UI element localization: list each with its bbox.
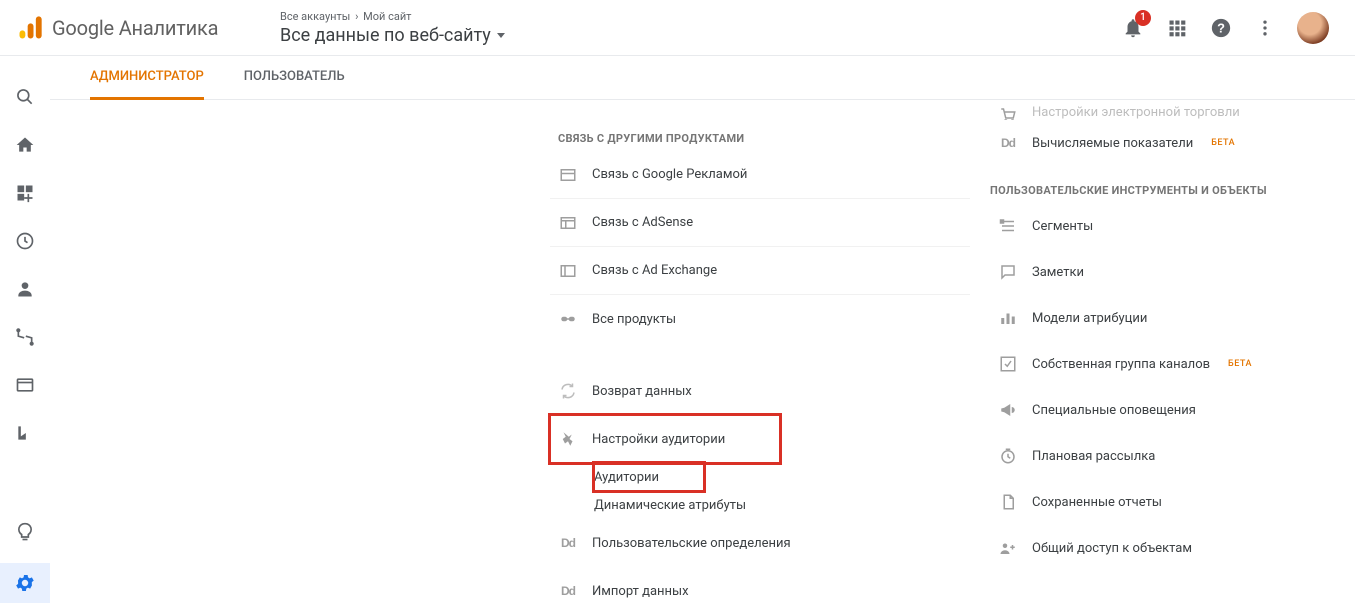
- menu-label: Вычисляемые показатели: [1032, 136, 1193, 151]
- section-heading-tools: ПОЛЬЗОВАТЕЛЬСКИЕ ИНСТРУМЕНТЫ И ОБЪЕКТЫ: [990, 166, 1355, 203]
- menu-item-saved-reports[interactable]: Сохраненные отчеты: [990, 479, 1355, 525]
- property-column: СВЯЗЬ С ДРУГИМИ ПРОДУКТАМИ Связь с Googl…: [550, 100, 970, 611]
- menu-label: Сохраненные отчеты: [1032, 495, 1162, 510]
- admin-gear-icon[interactable]: [14, 572, 36, 594]
- realtime-icon[interactable]: [14, 230, 36, 252]
- menu-item-data-import[interactable]: Dd Импорт данных: [550, 567, 970, 615]
- refresh-icon: [558, 381, 578, 401]
- caret-down-icon: [497, 33, 505, 38]
- menu-item-all-products[interactable]: Все продукты: [550, 295, 970, 343]
- menu-item-custom-alerts[interactable]: Специальные оповещения: [990, 387, 1355, 433]
- topbar: Google Аналитика Все аккаунты › Мой сайт…: [0, 0, 1355, 56]
- annotation-icon: [998, 262, 1018, 282]
- chevron-right-icon: ›: [355, 10, 358, 23]
- share-icon: [998, 538, 1018, 558]
- more-button[interactable]: [1253, 16, 1277, 40]
- menu-item-annotations[interactable]: Заметки: [990, 249, 1355, 295]
- notification-badge: 1: [1135, 10, 1151, 26]
- section-heading-product-links: СВЯЗЬ С ДРУГИМИ ПРОДУКТАМИ: [550, 120, 970, 151]
- analytics-logo-icon: [16, 14, 44, 42]
- link-icon: [558, 309, 578, 329]
- menu-item-data-return[interactable]: Возврат данных: [550, 367, 970, 415]
- menu-label: Собственная группа каналов: [1032, 357, 1210, 372]
- dd-icon: Dd: [998, 133, 1018, 153]
- menu-item-scheduled-emails[interactable]: Плановая рассылка: [990, 433, 1355, 479]
- discover-icon[interactable]: [14, 521, 36, 543]
- menu-item-segments[interactable]: Сегменты: [990, 203, 1355, 249]
- bars-icon: [998, 308, 1018, 328]
- menu-label: Модели атрибуции: [1032, 311, 1147, 326]
- view-title[interactable]: Все данные по веб-сайту: [280, 25, 1121, 46]
- sub-item-audiences[interactable]: Аудитории: [594, 463, 704, 491]
- dd-icon: Dd: [558, 533, 578, 553]
- apps-button[interactable]: [1165, 16, 1189, 40]
- menu-label: Пользовательские определения: [592, 536, 791, 551]
- tab-user[interactable]: ПОЛЬЗОВАТЕЛЬ: [244, 56, 345, 100]
- megaphone-icon: [998, 400, 1018, 420]
- dd-icon: Dd: [558, 581, 578, 601]
- left-rail: [0, 56, 50, 611]
- menu-item-adexchange-link[interactable]: Связь с Ad Exchange: [550, 247, 970, 295]
- breadcrumb: Все аккаунты › Мой сайт: [280, 10, 1121, 23]
- menu-label: Связь с Ad Exchange: [592, 263, 717, 278]
- svg-text:?: ?: [1217, 20, 1225, 35]
- adsense-icon: [558, 213, 578, 233]
- menu-label: Общий доступ к объектам: [1032, 541, 1192, 556]
- behavior-icon[interactable]: [14, 374, 36, 396]
- beta-badge: БЕТА: [1228, 359, 1252, 369]
- menu-item-google-ads-link[interactable]: Связь с Google Рекламой: [550, 151, 970, 199]
- menu-label: Импорт данных: [592, 584, 689, 599]
- menu-label: Плановая рассылка: [1032, 449, 1155, 464]
- avatar[interactable]: [1297, 12, 1329, 44]
- menu-label: Возврат данных: [592, 384, 692, 399]
- view-title-text: Все данные по веб-сайту: [280, 25, 491, 46]
- clock-icon: [998, 446, 1018, 466]
- channel-icon: [998, 354, 1018, 374]
- audience-settings-icon: [558, 429, 578, 449]
- menu-item-calculated-metrics[interactable]: Dd Вычисляемые показатели БЕТА: [990, 120, 1355, 166]
- beta-badge: БЕТА: [1211, 138, 1235, 148]
- help-button[interactable]: ?: [1209, 16, 1233, 40]
- content: СВЯЗЬ С ДРУГИМИ ПРОДУКТАМИ Связь с Googl…: [50, 100, 1355, 611]
- product-name: Google Аналитика: [52, 16, 218, 40]
- menu-item-attribution-models[interactable]: Модели атрибуции: [990, 295, 1355, 341]
- ads-icon: [558, 165, 578, 185]
- menu-item-custom-definitions[interactable]: Dd Пользовательские определения: [550, 519, 970, 567]
- breadcrumb-prefix: Все аккаунты: [280, 10, 350, 23]
- view-column: Настройки электронной торговли Dd Вычисл…: [970, 100, 1355, 611]
- sub-item-dynamic-attributes[interactable]: Динамические атрибуты: [594, 491, 970, 519]
- menu-label: Специальные оповещения: [1032, 403, 1196, 418]
- topbar-right: 1 ?: [1121, 12, 1347, 44]
- conversions-icon[interactable]: [14, 422, 36, 444]
- breadcrumb-current: Мой сайт: [363, 10, 411, 23]
- menu-item-share-assets[interactable]: Общий доступ к объектам: [990, 525, 1355, 571]
- menu-label: Настройки аудитории: [592, 432, 725, 447]
- customization-icon[interactable]: [14, 182, 36, 204]
- cart-icon: [998, 106, 1018, 120]
- empty-column: [50, 100, 550, 611]
- audience-sublist: Аудитории Динамические атрибуты: [550, 463, 970, 519]
- search-icon[interactable]: [14, 86, 36, 108]
- menu-label: Связь с Google Рекламой: [592, 167, 747, 182]
- document-icon: [998, 492, 1018, 512]
- home-icon[interactable]: [14, 134, 36, 156]
- menu-label: Сегменты: [1032, 219, 1093, 234]
- menu-label: Связь с AdSense: [592, 215, 693, 230]
- menu-label: Настройки электронной торговли: [1032, 105, 1240, 120]
- segments-icon: [998, 216, 1018, 236]
- menu-label: Все продукты: [592, 312, 676, 327]
- menu-item-adsense-link[interactable]: Связь с AdSense: [550, 199, 970, 247]
- adexchange-icon: [558, 261, 578, 281]
- menu-label: Заметки: [1032, 265, 1084, 280]
- subtabs: АДМИНИСТРАТОР ПОЛЬЗОВАТЕЛЬ: [0, 56, 1355, 100]
- breadcrumb-block[interactable]: Все аккаунты › Мой сайт Все данные по ве…: [280, 10, 1121, 46]
- audience-icon[interactable]: [14, 278, 36, 300]
- menu-item-ecommerce-settings[interactable]: Настройки электронной торговли: [990, 100, 1355, 120]
- tab-admin[interactable]: АДМИНИСТРАТОР: [90, 56, 204, 100]
- notifications-button[interactable]: 1: [1121, 16, 1145, 40]
- menu-item-channel-group[interactable]: Собственная группа каналов БЕТА: [990, 341, 1355, 387]
- logo-wrap[interactable]: Google Аналитика: [8, 14, 256, 42]
- menu-item-audience-settings[interactable]: Настройки аудитории: [550, 415, 780, 463]
- acquisition-icon[interactable]: [14, 326, 36, 348]
